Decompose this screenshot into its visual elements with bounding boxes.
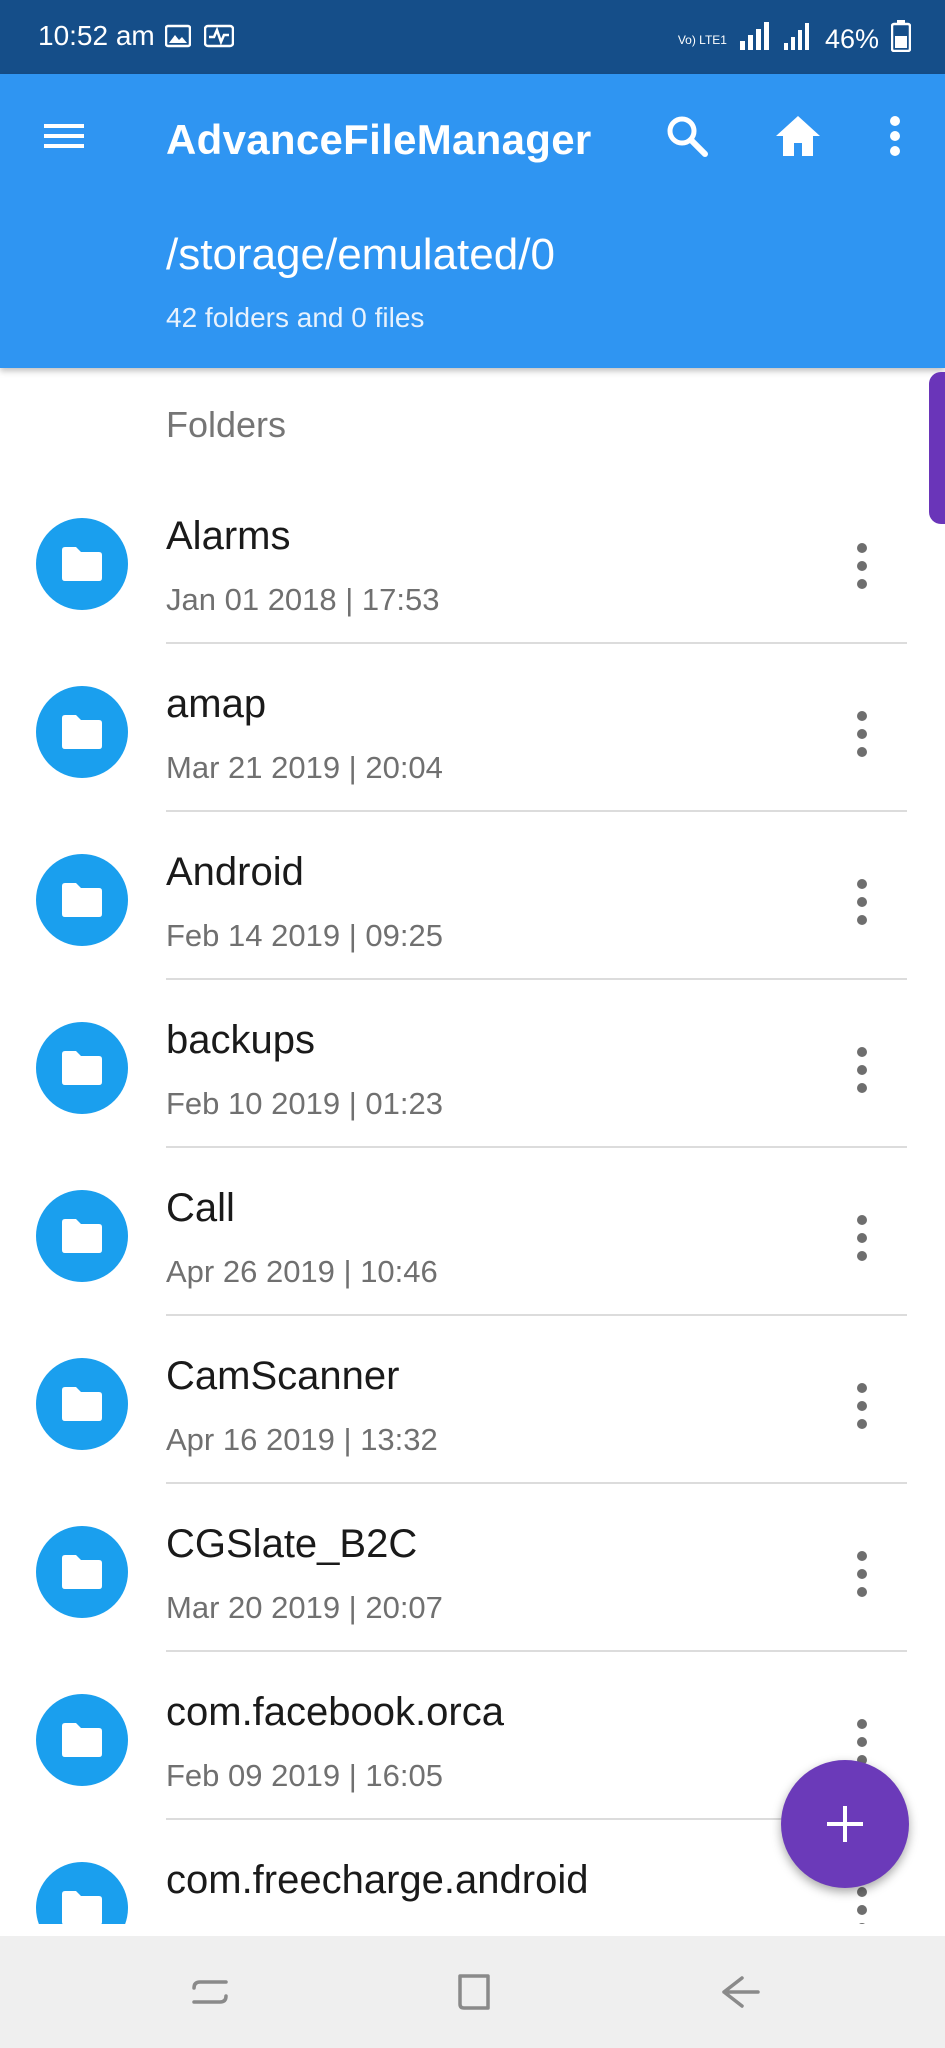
- list-item[interactable]: Alarms Jan 01 2018 | 17:53: [0, 476, 945, 644]
- folder-date: Jan 01 2018 | 17:53: [166, 582, 440, 617]
- add-button[interactable]: [781, 1760, 909, 1888]
- gallery-icon: [164, 24, 192, 53]
- folder-name: Android: [166, 850, 304, 894]
- folder-date: Feb 14 2019 | 09:25: [166, 918, 443, 953]
- app-title: AdvanceFileManager: [166, 116, 592, 163]
- list-item[interactable]: CGSlate_B2C Mar 20 2019 | 20:07: [0, 1484, 945, 1652]
- list-item[interactable]: Call Apr 26 2019 | 10:46: [0, 1148, 945, 1316]
- signal-icon: [739, 21, 771, 58]
- status-time: 10:52 am: [38, 20, 155, 51]
- status-bar: 10:52 am Vo) LTE1 46%: [0, 0, 945, 74]
- folder-name: CGSlate_B2C: [166, 1522, 418, 1566]
- folder-icon: [36, 854, 128, 946]
- folder-name: Call: [166, 1186, 235, 1230]
- more-vert-icon[interactable]: [848, 874, 876, 930]
- home-icon[interactable]: [772, 110, 824, 162]
- folder-date: Mar 21 2019 | 20:04: [166, 750, 443, 785]
- folder-icon: [36, 1694, 128, 1786]
- folder-name: Alarms: [166, 514, 291, 558]
- section-label-folders: Folders: [166, 404, 287, 445]
- current-path: /storage/emulated/0: [166, 230, 555, 279]
- folder-name: com.facebook.orca: [166, 1690, 504, 1734]
- recent-apps-icon[interactable]: [186, 1968, 234, 2016]
- more-vert-icon[interactable]: [848, 1546, 876, 1602]
- folder-icon: [36, 1526, 128, 1618]
- more-vert-icon[interactable]: [848, 1210, 876, 1266]
- list-item[interactable]: backups Feb 10 2019 | 01:23: [0, 980, 945, 1148]
- signal-icon: [783, 21, 813, 58]
- home-nav-icon[interactable]: [450, 1968, 498, 2016]
- more-vert-icon[interactable]: [848, 1042, 876, 1098]
- folder-icon: [36, 1022, 128, 1114]
- folder-name: backups: [166, 1018, 315, 1062]
- folder-icon: [36, 518, 128, 610]
- folder-date: Mar 20 2019 | 20:07: [166, 1590, 443, 1625]
- folder-list: Alarms Jan 01 2018 | 17:53 amap Mar 21 2…: [0, 476, 945, 1924]
- activity-icon: [203, 24, 235, 53]
- navigation-bar: [0, 1936, 945, 2048]
- folder-date: Feb 10 2019 | 01:23: [166, 1086, 443, 1121]
- more-vert-icon[interactable]: [848, 706, 876, 762]
- folder-name: amap: [166, 682, 267, 726]
- list-item[interactable]: amap Mar 21 2019 | 20:04: [0, 644, 945, 812]
- more-vert-icon[interactable]: [848, 538, 876, 594]
- folder-name: com.freecharge.android: [166, 1858, 589, 1902]
- folder-file-count: 42 folders and 0 files: [166, 302, 425, 333]
- more-vert-icon[interactable]: [848, 1378, 876, 1434]
- folder-date: Apr 16 2019 | 13:32: [166, 1422, 438, 1457]
- back-icon[interactable]: [716, 1968, 764, 2016]
- app-bar: AdvanceFileManager /storage/emulated/0 4…: [0, 74, 945, 368]
- volte-icon: Vo) LTE1: [677, 32, 727, 47]
- folder-icon: [36, 1190, 128, 1282]
- folder-name: CamScanner: [166, 1354, 400, 1398]
- search-icon[interactable]: [663, 112, 711, 160]
- more-vert-icon[interactable]: [848, 1882, 876, 1924]
- list-item[interactable]: CamScanner Apr 16 2019 | 13:32: [0, 1316, 945, 1484]
- folder-icon: [36, 686, 128, 778]
- menu-icon[interactable]: [40, 112, 88, 160]
- battery-icon: [890, 20, 912, 59]
- folder-date: Apr 26 2019 | 10:46: [166, 1254, 438, 1289]
- more-vert-icon[interactable]: [875, 112, 915, 160]
- list-item[interactable]: Android Feb 14 2019 | 09:25: [0, 812, 945, 980]
- folder-date: Feb 09 2019 | 16:05: [166, 1758, 443, 1793]
- folder-icon: [36, 1358, 128, 1450]
- battery-percent: 46%: [824, 24, 879, 54]
- folder-icon: [36, 1862, 128, 1924]
